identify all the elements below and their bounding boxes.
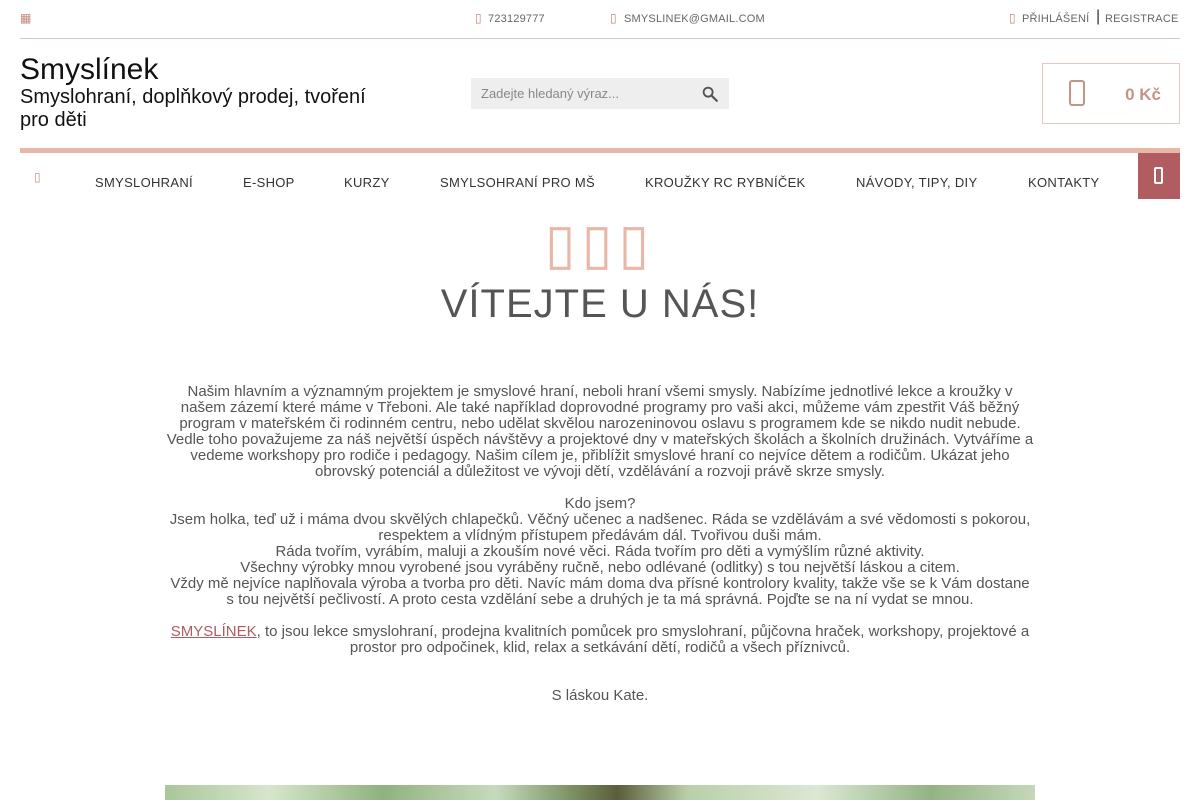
- signature: S láskou Kate.: [551, 687, 649, 704]
- search-input[interactable]: [471, 78, 691, 109]
- intro-paragraph: Vždy mě nejvíce naplňovala výroba a tvor…: [170, 575, 1030, 608]
- cart-total: 0 Kč: [1125, 85, 1161, 104]
- flowers-icon: ▯▯▯: [544, 212, 656, 275]
- phone-icon: ▯: [475, 11, 482, 25]
- grid-icon[interactable]: ▦: [20, 11, 31, 25]
- envelope-icon: ▯: [610, 11, 617, 25]
- intro-paragraph: Ráda tvořím, vyrábím, maluji a zkouším n…: [275, 543, 925, 560]
- intro-paragraph: Našim hlavním a významným projektem je s…: [166, 383, 1034, 480]
- nav-item-kontakty[interactable]: KONTAKTY: [1028, 175, 1100, 190]
- nav-item-eshop[interactable]: E-SHOP: [243, 175, 295, 190]
- main-nav: ▯ SMYSLOHRANÍ E-SHOP KURZY SMYLSOHRANÍ P…: [20, 148, 1180, 199]
- phone-link[interactable]: 723129777: [488, 13, 545, 25]
- email-link[interactable]: SMYSLINEK@GMAIL.COM: [624, 13, 765, 25]
- intro-paragraph: Jsem holka, teď už i máma dvou skvělých …: [169, 511, 1031, 544]
- intro-text: Našim hlavním a významným projektem je s…: [165, 384, 1035, 704]
- home-icon[interactable]: ▯: [34, 170, 41, 184]
- nav-item-smyslohrani[interactable]: SMYSLOHRANÍ: [95, 175, 193, 190]
- phone-icon: [1154, 167, 1163, 184]
- search-box: [471, 78, 729, 109]
- nav-item-ms[interactable]: SMYLSOHRANÍ PRO MŠ: [440, 175, 595, 190]
- nav-item-kurzy[interactable]: KURZY: [344, 175, 390, 190]
- garden-photo: [165, 785, 1035, 800]
- who-am-i-heading: Kdo jsem?: [564, 495, 636, 512]
- site-title[interactable]: Smyslínek: [20, 53, 158, 87]
- nav-item-navody[interactable]: NÁVODY, TIPY, DIY: [856, 175, 977, 190]
- register-link[interactable]: REGISTRACE: [1105, 13, 1179, 25]
- intro-paragraph-rest: , to jsou lekce smyslohraní, prodejna kv…: [256, 623, 1030, 656]
- intro-paragraph: Všechny výrobky mnou vyrobené jsou vyráb…: [240, 559, 960, 576]
- intro-paragraph: SMYSLÍNEK, to jsou lekce smyslohraní, pr…: [165, 624, 1035, 656]
- cart-icon: [1069, 80, 1085, 106]
- top-bar: ▦ ▯ 723129777 ▯ SMYSLINEK@GMAIL.COM ▯ PŘ…: [20, 0, 1180, 39]
- user-icon: ▯: [1009, 11, 1016, 25]
- welcome-heading: VÍTEJTE U NÁS!: [440, 282, 760, 326]
- topbar-separator: |: [1096, 8, 1101, 25]
- site-tagline: Smyslohraní, doplňkový prodej, tvoření p…: [20, 86, 366, 131]
- search-icon[interactable]: [701, 85, 719, 103]
- nav-phone-button[interactable]: [1138, 153, 1180, 199]
- smyslinek-link[interactable]: SMYSLÍNEK: [171, 623, 257, 640]
- cart-button[interactable]: 0 Kč: [1042, 63, 1180, 124]
- nav-item-krouzky[interactable]: KROUŽKY RC RYBNÍČEK: [645, 175, 806, 190]
- login-link[interactable]: PŘIHLÁŠENÍ: [1022, 13, 1089, 25]
